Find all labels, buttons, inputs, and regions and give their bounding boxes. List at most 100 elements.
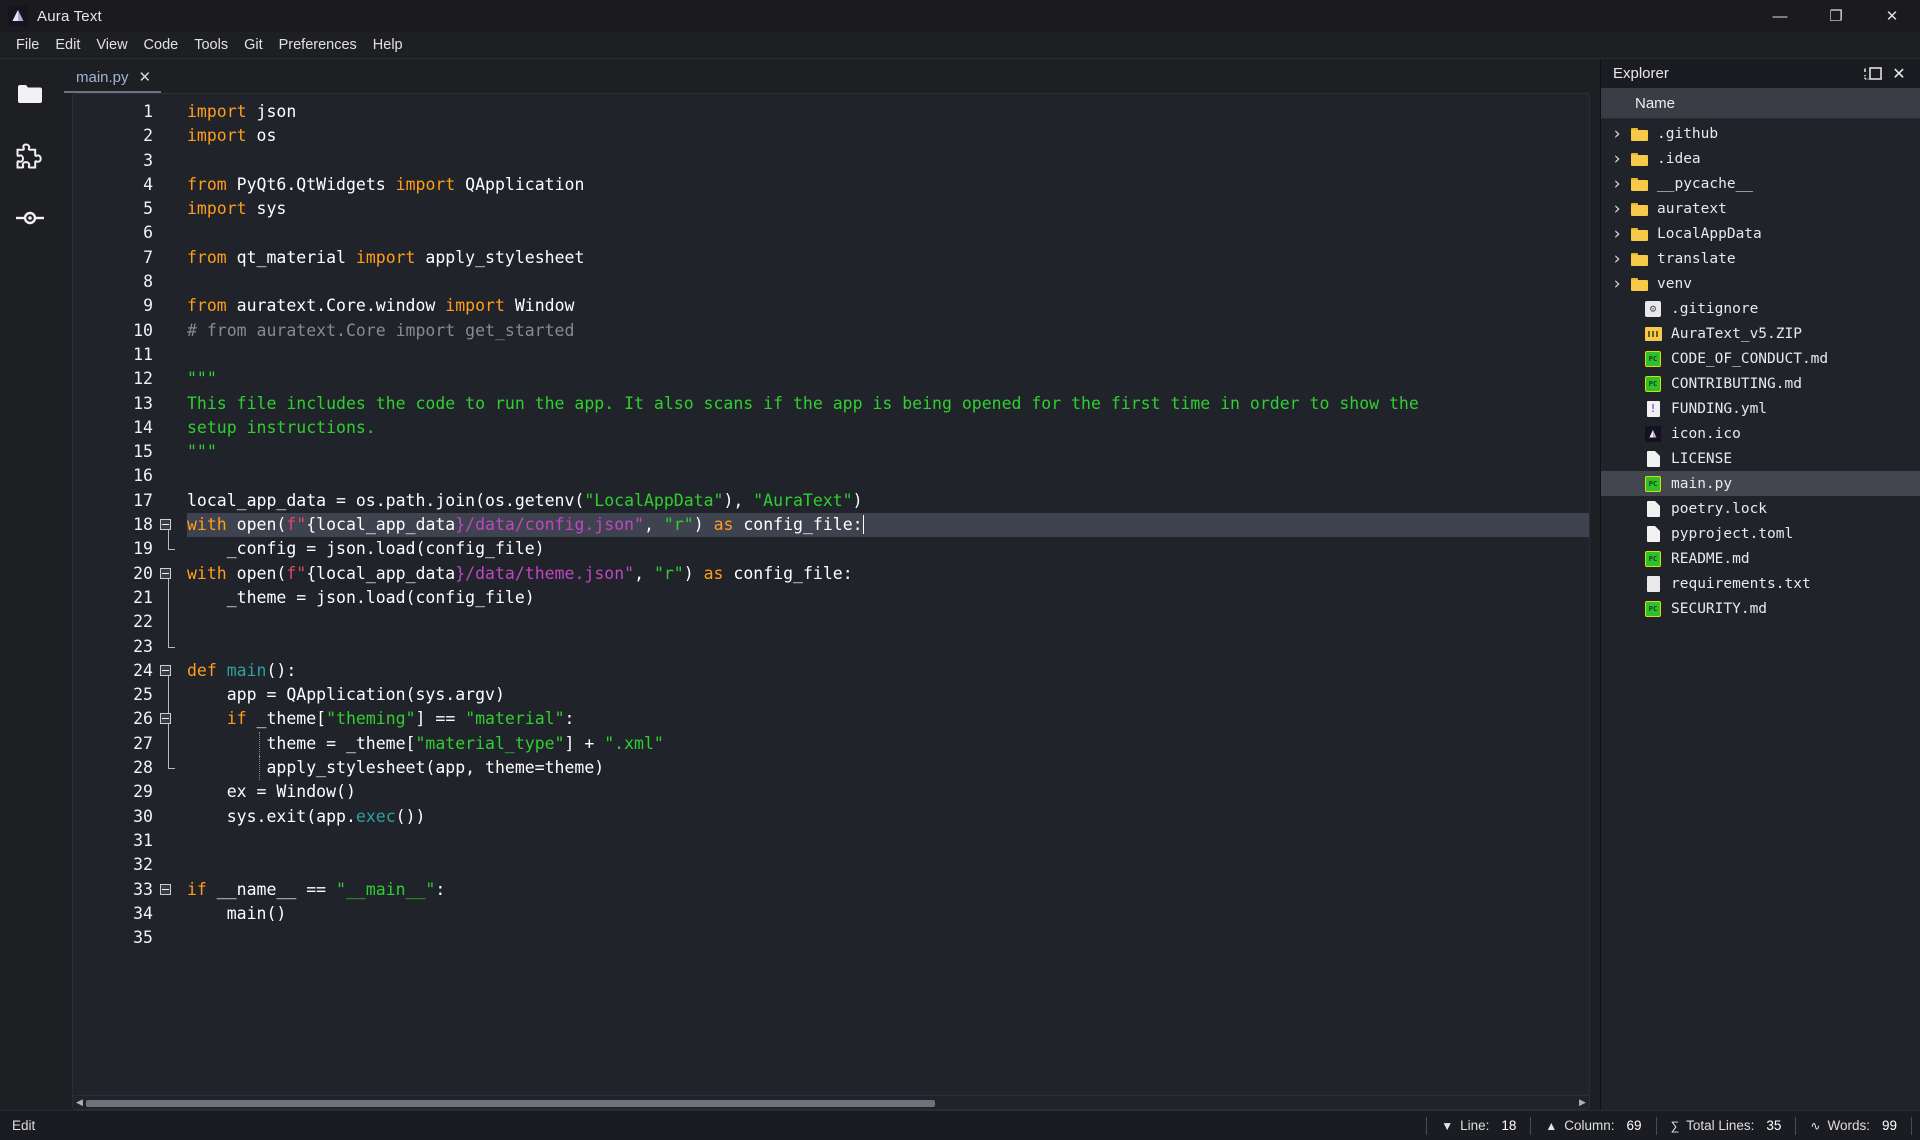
code-line[interactable] bbox=[187, 343, 1589, 367]
code-line[interactable]: from PyQt6.QtWidgets import QApplication bbox=[187, 173, 1589, 197]
code-line[interactable]: with open(f"{local_app_data}/data/config… bbox=[187, 513, 1589, 538]
code-line[interactable]: with open(f"{local_app_data}/data/theme.… bbox=[187, 562, 1589, 586]
token-id: , bbox=[644, 515, 664, 535]
explorer-row[interactable]: pyproject.toml bbox=[1601, 521, 1920, 546]
status-item[interactable]: ▲ Column: 69 bbox=[1531, 1118, 1655, 1133]
code-line[interactable] bbox=[187, 635, 1589, 659]
fold-toggle-icon[interactable] bbox=[160, 664, 171, 676]
code-line[interactable]: import sys bbox=[187, 197, 1589, 221]
menu-item-preferences[interactable]: Preferences bbox=[271, 35, 365, 56]
code-line[interactable]: apply_stylesheet(app, theme=theme) bbox=[187, 756, 1589, 781]
fold-toggle-icon[interactable] bbox=[160, 883, 171, 895]
status-item[interactable]: ∿ Words: 99 bbox=[1796, 1118, 1911, 1133]
menu-item-tools[interactable]: Tools bbox=[186, 35, 236, 56]
close-icon[interactable]: ✕ bbox=[139, 70, 152, 85]
explorer-row[interactable]: ! FUNDING.yml bbox=[1601, 396, 1920, 421]
code-line[interactable]: if __name__ == "__main__": bbox=[187, 878, 1589, 902]
scrollbar-track[interactable] bbox=[86, 1098, 1576, 1108]
fold-toggle-icon[interactable] bbox=[160, 713, 171, 725]
chevron-right-icon[interactable]: › bbox=[1607, 174, 1627, 194]
scroll-right-arrow[interactable]: ▶ bbox=[1576, 1097, 1589, 1108]
chevron-right-icon[interactable]: › bbox=[1607, 224, 1627, 244]
minimize-button[interactable]: — bbox=[1752, 0, 1808, 32]
code-line[interactable]: theme = _theme["material_type"] + ".xml" bbox=[187, 731, 1589, 757]
code-line[interactable]: from auratext.Core.window import Window bbox=[187, 294, 1589, 318]
code-line[interactable]: setup instructions. bbox=[187, 416, 1589, 440]
code-line[interactable]: local_app_data = os.path.join(os.getenv(… bbox=[187, 489, 1589, 513]
explorer-close-icon[interactable]: ✕ bbox=[1886, 63, 1912, 85]
explorer-row[interactable]: › auratext bbox=[1601, 196, 1920, 221]
menu-item-edit[interactable]: Edit bbox=[47, 35, 88, 56]
code-line[interactable] bbox=[187, 270, 1589, 294]
split-panel-icon[interactable] bbox=[1860, 63, 1886, 85]
code-line[interactable] bbox=[187, 221, 1589, 245]
code-line[interactable] bbox=[187, 829, 1589, 853]
explorer-row[interactable]: AuraText_v5.ZIP bbox=[1601, 321, 1920, 346]
explorer-row[interactable]: › __pycache__ bbox=[1601, 171, 1920, 196]
explorer-row[interactable]: › .github bbox=[1601, 121, 1920, 146]
explorer-row[interactable]: › LocalAppData bbox=[1601, 221, 1920, 246]
tab-main-py[interactable]: main.py ✕ bbox=[64, 63, 162, 93]
code-line[interactable]: def main(): bbox=[187, 659, 1589, 683]
explorer-row[interactable]: PC README.md bbox=[1601, 546, 1920, 571]
chevron-right-icon[interactable]: › bbox=[1607, 199, 1627, 219]
explorer-row[interactable]: icon.ico bbox=[1601, 421, 1920, 446]
close-button[interactable]: ✕ bbox=[1864, 0, 1920, 32]
explorer-row[interactable]: › translate bbox=[1601, 246, 1920, 271]
explorer-row[interactable]: PC SECURITY.md bbox=[1601, 596, 1920, 621]
explorer-row[interactable]: PC CODE_OF_CONDUCT.md bbox=[1601, 346, 1920, 371]
fold-toggle-icon[interactable] bbox=[160, 567, 171, 579]
code-line[interactable]: if _theme["theming"] == "material": bbox=[187, 707, 1589, 731]
explorer-row[interactable]: requirements.txt bbox=[1601, 571, 1920, 596]
chevron-right-icon[interactable]: › bbox=[1607, 249, 1627, 269]
menu-item-help[interactable]: Help bbox=[365, 35, 411, 56]
explorer-file-list[interactable]: › .github › .idea › __pycache__ › auratext › Loca… bbox=[1601, 119, 1920, 1110]
code-line[interactable]: sys.exit(app.exec()) bbox=[187, 805, 1589, 829]
menu-item-file[interactable]: File bbox=[8, 35, 47, 56]
status-item[interactable]: ∑ Total Lines: 35 bbox=[1657, 1118, 1796, 1133]
explorer-row[interactable]: ⚙ .gitignore bbox=[1601, 296, 1920, 321]
explorer-row[interactable]: › .idea bbox=[1601, 146, 1920, 171]
code-line[interactable]: """ bbox=[187, 440, 1589, 464]
code-line[interactable]: import json bbox=[187, 100, 1589, 124]
code-line[interactable]: """ bbox=[187, 367, 1589, 391]
code-line[interactable]: main() bbox=[187, 902, 1589, 926]
explorer-row[interactable]: poetry.lock bbox=[1601, 496, 1920, 521]
code-line[interactable]: _config = json.load(config_file) bbox=[187, 537, 1589, 561]
menu-item-code[interactable]: Code bbox=[136, 35, 187, 56]
fold-toggle-icon[interactable] bbox=[160, 519, 171, 531]
explorer-row[interactable]: › venv bbox=[1601, 271, 1920, 296]
status-item[interactable]: ▼ Line: 18 bbox=[1427, 1118, 1530, 1133]
code-line[interactable]: ex = Window() bbox=[187, 780, 1589, 804]
code-area[interactable]: 1 2 3 4 5 6 7 8 9 10 11 12 13 14 15 16 17 18 19 20 21 22 23 24 2… bbox=[73, 94, 1589, 1095]
chevron-right-icon[interactable]: › bbox=[1607, 149, 1627, 169]
horizontal-scrollbar[interactable]: ◀ ▶ bbox=[73, 1095, 1589, 1109]
explorer-row[interactable]: LICENSE bbox=[1601, 446, 1920, 471]
code-line[interactable] bbox=[187, 464, 1589, 488]
scrollbar-thumb[interactable] bbox=[86, 1099, 936, 1107]
code-line[interactable]: This file includes the code to run the a… bbox=[187, 392, 1589, 416]
puzzle-icon[interactable] bbox=[13, 139, 47, 173]
code-line[interactable]: _theme = json.load(config_file) bbox=[187, 586, 1589, 610]
scroll-left-arrow[interactable]: ◀ bbox=[73, 1097, 86, 1108]
menu-item-view[interactable]: View bbox=[88, 35, 135, 56]
code-line[interactable]: app = QApplication(sys.argv) bbox=[187, 683, 1589, 707]
fold-indicator-column[interactable] bbox=[159, 100, 181, 1095]
code-line[interactable] bbox=[187, 926, 1589, 950]
code-content[interactable]: import json import os from PyQt6.QtWidget… bbox=[181, 100, 1589, 1095]
explorer-row[interactable]: PC CONTRIBUTING.md bbox=[1601, 371, 1920, 396]
explorer-row-active[interactable]: PC main.py bbox=[1601, 471, 1920, 496]
code-editor[interactable]: 1 2 3 4 5 6 7 8 9 10 11 12 13 14 15 16 17 18 19 20 21 22 23 24 2… bbox=[72, 93, 1590, 1110]
maximize-button[interactable]: ❐ bbox=[1808, 0, 1864, 32]
code-line[interactable]: from qt_material import apply_stylesheet bbox=[187, 246, 1589, 270]
code-line[interactable] bbox=[187, 610, 1589, 634]
code-line[interactable]: import os bbox=[187, 124, 1589, 148]
chevron-right-icon[interactable]: › bbox=[1607, 124, 1627, 144]
folder-icon[interactable] bbox=[13, 77, 47, 111]
chevron-right-icon[interactable]: › bbox=[1607, 274, 1627, 294]
code-line[interactable] bbox=[187, 149, 1589, 173]
code-line[interactable] bbox=[187, 853, 1589, 877]
menu-item-git[interactable]: Git bbox=[236, 35, 271, 56]
code-line[interactable]: # from auratext.Core import get_started bbox=[187, 319, 1589, 343]
git-branch-icon[interactable] bbox=[13, 201, 47, 235]
